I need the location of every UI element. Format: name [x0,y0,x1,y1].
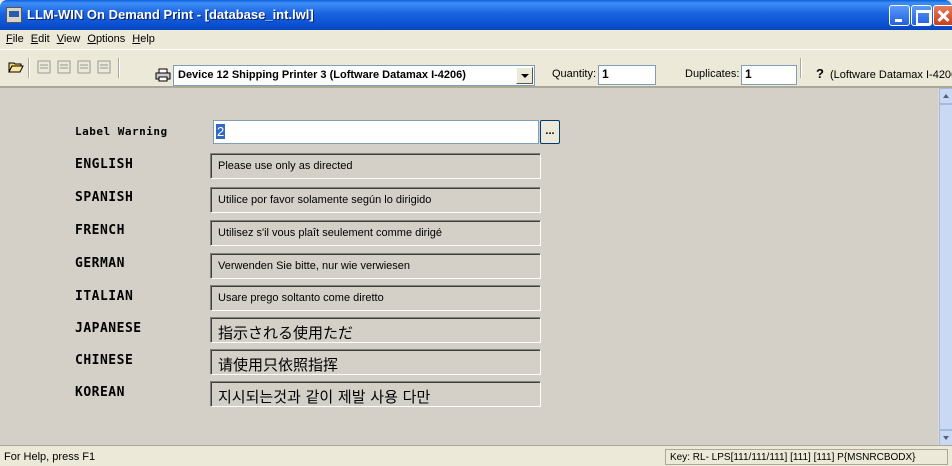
french-value: Utilisez s'il vous plaît seulement comme… [218,227,443,239]
scroll-thumb[interactable] [939,104,952,430]
english-label: ENGLISH [75,157,134,172]
chinese-value: 请使用只依照指挥 [218,356,339,374]
device-value: Device 12 Shipping Printer 3 (Loftware D… [178,69,466,81]
japanese-label: JAPANESE [75,321,142,336]
japanese-value: 指示される使用ただ [218,324,354,342]
menu-options[interactable]: Options [87,30,125,49]
device-select[interactable]: Device 12 Shipping Printer 3 (Loftware D… [173,65,535,86]
korean-text: 지시되는것과 같이 제발 사용 다만 [210,381,541,407]
italian-value: Usare prego soltanto come diretto [218,292,384,304]
chevron-down-icon[interactable] [516,67,533,84]
window-title: LLM-WIN On Demand Print - [database_int.… [27,7,314,22]
warning-label: Label Warning [75,125,168,138]
help-icon[interactable]: ? [812,65,828,81]
menu-edit[interactable]: Edit [31,30,50,49]
label-icon-2[interactable] [56,59,72,75]
quantity-label: Quantity: [552,68,597,80]
duplicates-label: Duplicates: [685,68,740,80]
vertical-scrollbar[interactable] [938,88,952,446]
menu-bar: File Edit View Options Help [0,30,952,49]
printer-icon[interactable] [155,67,171,83]
german-value: Verwenden Sie bitte, nur wie verwiesen [218,260,410,272]
chinese-label: CHINESE [75,353,134,368]
korean-label: KOREAN [75,385,125,400]
french-text: Utilisez s'il vous plaît seulement comme… [210,220,541,246]
scroll-down-icon[interactable] [939,430,952,446]
app-icon[interactable] [6,7,22,23]
open-folder-icon[interactable] [8,59,24,75]
scroll-up-icon[interactable] [939,88,952,104]
form-area: Label Warning 2 ... ENGLISH Please use o… [0,87,952,446]
korean-value: 지시되는것과 같이 제발 사용 다만 [218,388,431,406]
status-bar: For Help, press F1 Key: RL- LPS[111/111/… [0,445,952,466]
title-bar: LLM-WIN On Demand Print - [database_int.… [0,0,952,30]
maximize-button[interactable] [911,5,932,26]
warning-value: 2 [216,124,226,139]
menu-view[interactable]: View [57,30,81,49]
label-icon-4[interactable] [96,59,112,75]
minimize-button[interactable] [889,5,910,26]
toolbar-separator [28,58,30,78]
spanish-text: Utilice por favor solamente según lo dir… [210,187,541,213]
label-warning-input[interactable]: 2 [213,120,539,144]
italian-text: Usare prego soltanto come diretto [210,285,541,311]
close-button[interactable] [933,5,952,26]
german-text: Verwenden Sie bitte, nur wie verwiesen [210,253,541,279]
status-key: Key: RL- LPS[111/111/111] [111] [111] P{… [665,449,948,465]
label-icon-1[interactable] [36,59,52,75]
menu-help[interactable]: Help [132,30,155,49]
french-label: FRENCH [75,223,125,238]
english-text: Please use only as directed [210,153,541,179]
toolbar: Device 12 Shipping Printer 3 (Loftware D… [0,49,952,87]
toolbar-separator [800,58,802,78]
chinese-text: 请使用只依照指挥 [210,349,541,375]
quantity-input[interactable]: 1 [598,65,656,85]
duplicates-input[interactable]: 1 [741,65,797,85]
toolbar-separator [118,58,120,78]
german-label: GERMAN [75,256,125,271]
spanish-label: SPANISH [75,190,134,205]
english-value: Please use only as directed [218,160,353,172]
browse-button[interactable]: ... [540,120,560,144]
label-icon-3[interactable] [76,59,92,75]
spanish-value: Utilice por favor solamente según lo dir… [218,194,432,206]
status-help: For Help, press F1 [4,451,96,463]
printer-status: (Loftware Datamax I-4206) [830,69,952,81]
japanese-text: 指示される使用ただ [210,317,541,343]
italian-label: ITALIAN [75,289,134,304]
menu-file[interactable]: File [6,30,24,49]
